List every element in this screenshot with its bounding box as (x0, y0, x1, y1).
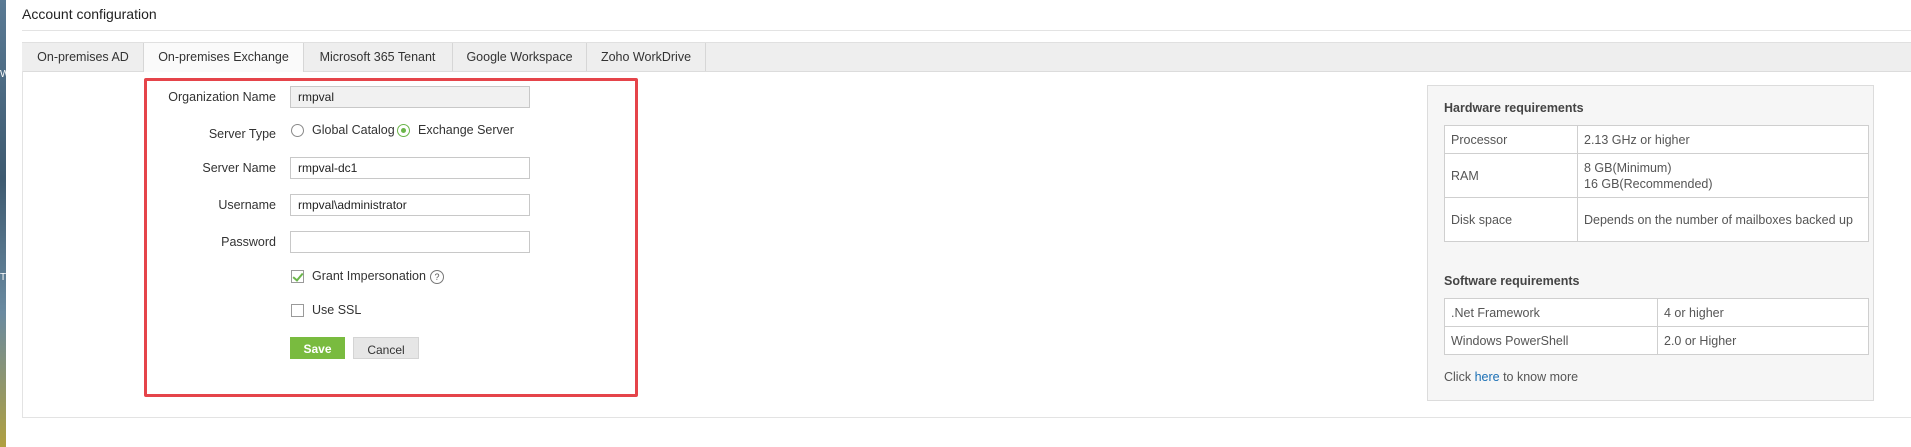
tab-microsoft-365-tenant[interactable]: Microsoft 365 Tenant (303, 43, 453, 71)
know-more-prefix: Click (1444, 370, 1475, 384)
password-field[interactable] (290, 231, 530, 253)
exchange-server-radio[interactable] (397, 124, 410, 137)
server-type-label: Server Type (208, 127, 276, 141)
organization-name-field[interactable]: rmpval (290, 86, 530, 108)
global-catalog-label: Global Catalog (312, 123, 395, 137)
here-link[interactable]: here (1475, 370, 1500, 384)
requirement-value: 2.0 or Higher (1657, 326, 1869, 355)
divider (22, 30, 1911, 31)
password-label: Password (221, 235, 276, 249)
requirement-value-line: 8 GB(Minimum) (1584, 160, 1672, 175)
tab-on-premises-exchange[interactable]: On-premises Exchange (143, 43, 304, 72)
requirement-value: Depends on the number of mailboxes backe… (1577, 197, 1869, 242)
software-requirements-heading: Software requirements (1444, 274, 1580, 288)
requirement-name: Processor (1444, 125, 1578, 154)
username-label: Username (218, 198, 276, 212)
requirement-value-line: 16 GB(Recommended) (1584, 176, 1713, 191)
use-ssl-checkbox[interactable] (291, 304, 304, 317)
requirement-name: RAM (1444, 153, 1578, 198)
know-more-suffix: to know more (1499, 370, 1579, 384)
table-row: Disk space Depends on the number of mail… (1444, 197, 1869, 242)
know-more-text: Click here to know more (1444, 370, 1578, 384)
requirement-name: .Net Framework (1444, 298, 1658, 327)
page-title: Account configuration (22, 6, 157, 22)
global-catalog-radio[interactable] (291, 124, 304, 137)
requirements-panel: Hardware requirements Processor 2.13 GHz… (1427, 85, 1874, 401)
server-name-field[interactable]: rmpval-dc1 (290, 157, 530, 179)
edge-glyph: T (0, 272, 7, 283)
checkmark-icon (292, 270, 304, 282)
hardware-requirements-table: Processor 2.13 GHz or higher RAM 8 GB(Mi… (1444, 125, 1869, 242)
table-row: RAM 8 GB(Minimum) 16 GB(Recommended) (1444, 153, 1869, 198)
help-icon[interactable]: ? (430, 270, 444, 284)
requirement-name: Windows PowerShell (1444, 326, 1658, 355)
table-row: .Net Framework 4 or higher (1444, 298, 1869, 327)
server-name-label: Server Name (202, 161, 276, 175)
use-ssl-label: Use SSL (312, 303, 362, 317)
requirement-value: 4 or higher (1657, 298, 1869, 327)
cancel-button[interactable]: Cancel (353, 337, 419, 359)
exchange-server-label: Exchange Server (418, 123, 514, 137)
username-field[interactable]: rmpval\administrator (290, 194, 530, 216)
table-row: Windows PowerShell 2.0 or Higher (1444, 326, 1869, 355)
table-row: Processor 2.13 GHz or higher (1444, 125, 1869, 154)
requirement-value: 2.13 GHz or higher (1577, 125, 1869, 154)
software-requirements-table: .Net Framework 4 or higher Windows Power… (1444, 298, 1869, 355)
grant-impersonation-label: Grant Impersonation (312, 269, 426, 283)
grant-impersonation-checkbox[interactable] (291, 270, 304, 283)
tab-on-premises-ad[interactable]: On-premises AD (22, 43, 145, 71)
tab-zoho-workdrive[interactable]: Zoho WorkDrive (587, 43, 706, 71)
tab-bar: On-premises AD On-premises Exchange Micr… (22, 42, 1911, 72)
organization-name-label: Organization Name (168, 90, 276, 104)
save-button[interactable]: Save (290, 337, 345, 359)
tab-google-workspace[interactable]: Google Workspace (453, 43, 587, 71)
hardware-requirements-heading: Hardware requirements (1444, 101, 1584, 115)
edge-glyph: W (0, 69, 10, 80)
requirement-name: Disk space (1444, 197, 1578, 242)
requirement-value: 8 GB(Minimum) 16 GB(Recommended) (1577, 153, 1869, 198)
background-edge: W T (0, 0, 10, 447)
